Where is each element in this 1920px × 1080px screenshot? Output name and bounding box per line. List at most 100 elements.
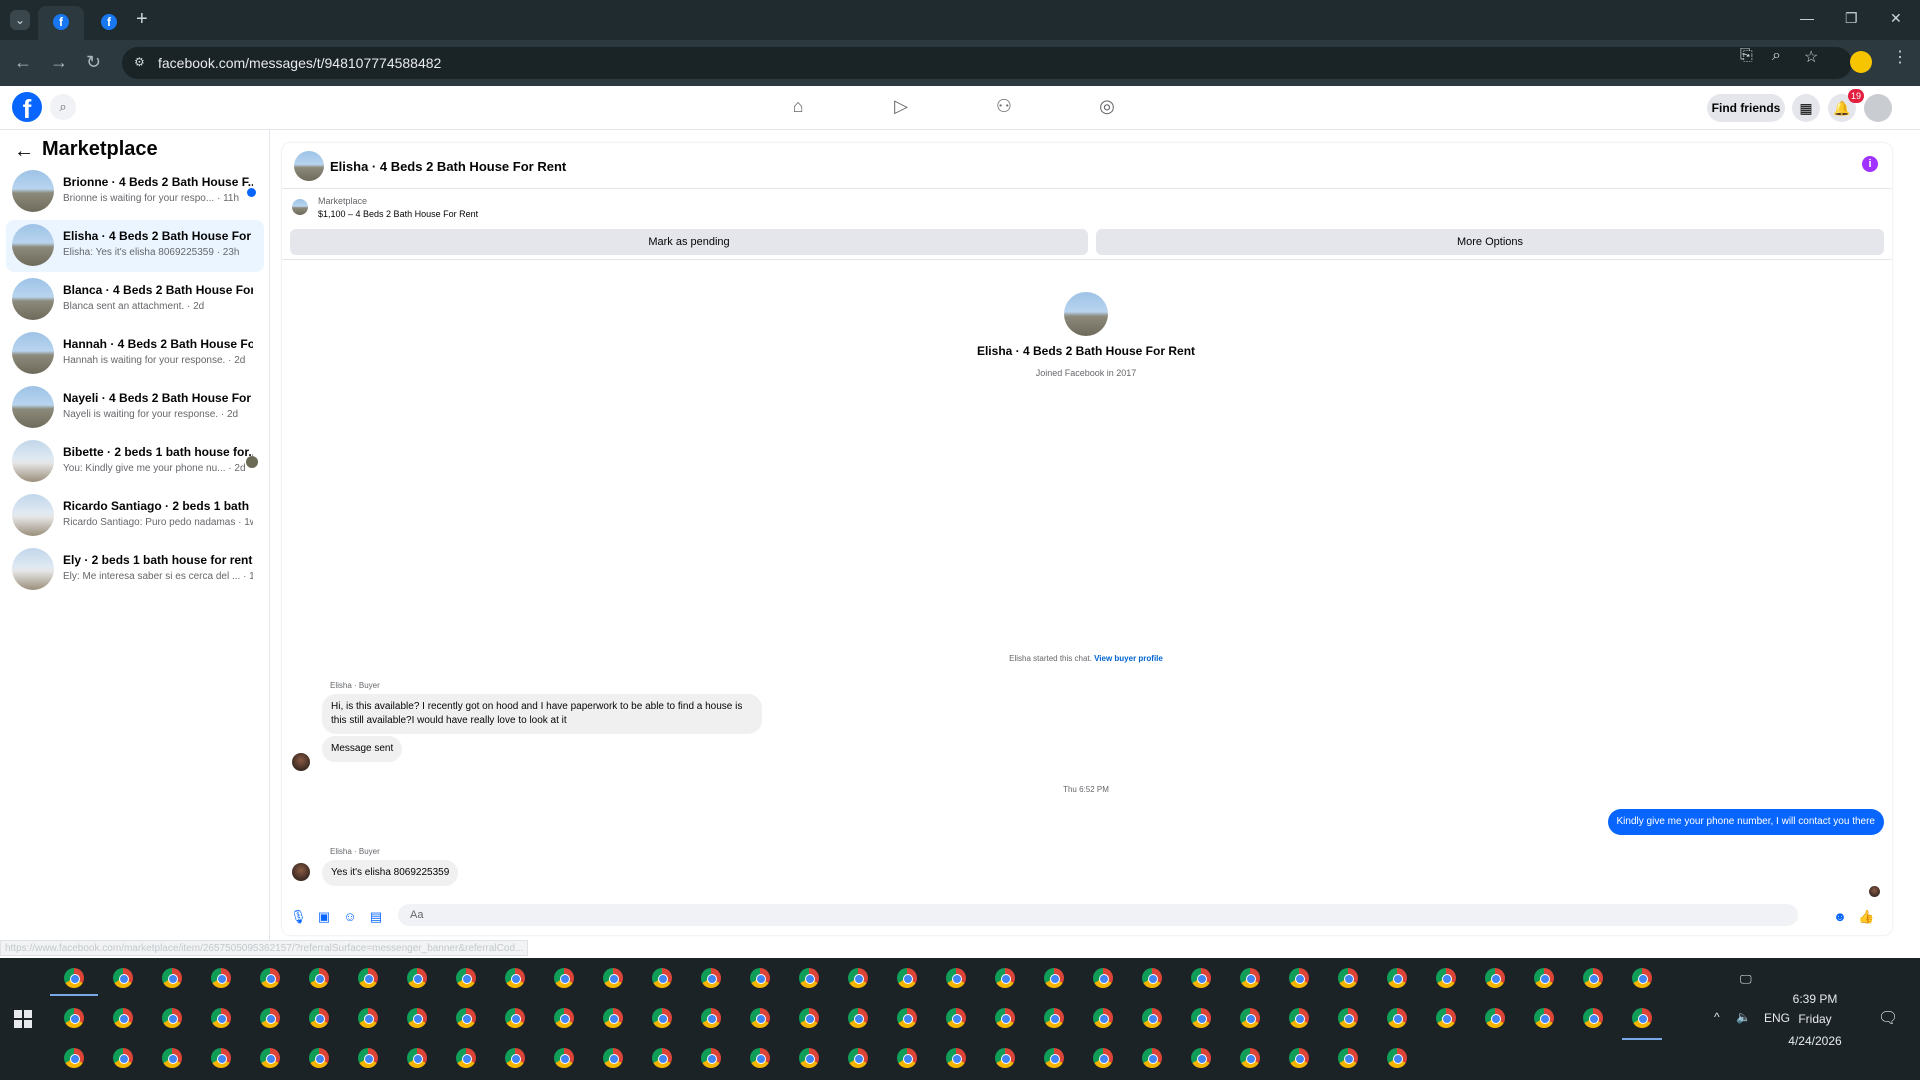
taskbar-app-icon[interactable] (407, 968, 427, 988)
taskbar-app-icon[interactable] (799, 1008, 819, 1028)
taskbar-app-icon[interactable] (1142, 968, 1162, 988)
taskbar-app-icon[interactable] (799, 968, 819, 988)
taskbar-app-icon[interactable] (946, 1048, 966, 1068)
taskbar-app-icon[interactable] (995, 1008, 1015, 1028)
taskbar-app-icon[interactable] (309, 968, 329, 988)
tray-display-icon[interactable]: 🖵 (1740, 972, 1752, 987)
taskbar-app-icon[interactable] (995, 968, 1015, 988)
taskbar-app-icon[interactable] (358, 968, 378, 988)
reload-icon[interactable]: ↻ (86, 52, 101, 73)
taskbar-app-icon[interactable] (407, 1008, 427, 1028)
taskbar-app-icon[interactable] (1583, 968, 1603, 988)
taskbar-app-icon[interactable] (1387, 1008, 1407, 1028)
video-icon[interactable]: ▷ (889, 96, 913, 120)
home-icon[interactable]: ⌂ (786, 96, 810, 120)
taskbar-app-icon[interactable] (848, 1008, 868, 1028)
taskbar-app-icon[interactable] (1142, 1048, 1162, 1068)
taskbar-app-icon[interactable] (456, 968, 476, 988)
taskbar-app-icon[interactable] (113, 968, 133, 988)
taskbar-app-icon[interactable] (1142, 1008, 1162, 1028)
taskbar-app-icon[interactable] (554, 1008, 574, 1028)
taskbar-app-icon[interactable] (162, 968, 182, 988)
taskbar-app-icon[interactable] (1240, 1008, 1260, 1028)
taskbar-app-icon[interactable] (946, 1008, 966, 1028)
taskbar-app-icon[interactable] (1338, 1008, 1358, 1028)
taskbar-app-icon[interactable] (995, 1048, 1015, 1068)
view-buyer-profile-link[interactable]: View buyer profile (1094, 654, 1163, 663)
taskbar-app-icon[interactable] (260, 1008, 280, 1028)
info-icon[interactable]: i (1862, 156, 1878, 172)
conversation-item[interactable]: Blanca · 4 Beds 2 Bath House For R... Bl… (6, 274, 264, 326)
new-tab-button[interactable]: + (136, 8, 148, 31)
taskbar-app-icon[interactable] (1289, 1008, 1309, 1028)
sticker-icon[interactable]: ☺ (342, 909, 358, 925)
browser-profile-avatar[interactable] (1850, 51, 1872, 73)
taskbar-app-icon[interactable] (358, 1008, 378, 1028)
taskbar-app-icon[interactable] (456, 1008, 476, 1028)
more-options-button[interactable]: More Options (1096, 229, 1884, 255)
taskbar-app-icon[interactable] (1485, 968, 1505, 988)
taskbar-app-icon[interactable] (1583, 1008, 1603, 1028)
taskbar-app-icon[interactable] (64, 968, 84, 988)
taskbar-app-icon[interactable] (750, 968, 770, 988)
clock-time[interactable]: 6:39 PM (1780, 992, 1850, 1006)
taskbar-app-icon[interactable] (1338, 1048, 1358, 1068)
taskbar-app-icon[interactable] (603, 968, 623, 988)
taskbar-app-icon[interactable] (358, 1048, 378, 1068)
emoji-icon[interactable]: ☻ (1832, 909, 1848, 925)
taskbar-app-icon[interactable] (897, 968, 917, 988)
taskbar-app-icon[interactable] (1387, 1048, 1407, 1068)
taskbar-app-icon[interactable] (701, 1048, 721, 1068)
volume-icon[interactable]: 🔈 (1736, 1010, 1751, 1024)
taskbar-app-icon[interactable] (652, 1048, 672, 1068)
taskbar-app-icon[interactable] (1191, 968, 1211, 988)
close-window-button[interactable]: ✕ (1890, 10, 1902, 27)
taskbar-app-icon[interactable] (848, 968, 868, 988)
find-friends-button[interactable]: Find friends (1707, 94, 1785, 122)
search-icon[interactable]: ⌕ (50, 94, 76, 120)
taskbar-app-icon[interactable] (1632, 968, 1652, 988)
restore-button[interactable]: ❐ (1845, 10, 1858, 27)
taskbar-app-icon[interactable] (799, 1048, 819, 1068)
clock-date[interactable]: 4/24/2026 (1780, 1034, 1850, 1048)
notification-center-icon[interactable]: 🗨 (1878, 1008, 1898, 1028)
taskbar-app-icon[interactable] (1093, 1008, 1113, 1028)
back-arrow-icon[interactable]: ← (14, 52, 32, 73)
taskbar-app-icon[interactable] (162, 1048, 182, 1068)
taskbar-app-icon[interactable] (1485, 1008, 1505, 1028)
taskbar-app-icon[interactable] (456, 1048, 476, 1068)
taskbar-app-icon[interactable] (1338, 968, 1358, 988)
tray-chevron-icon[interactable]: ^ (1714, 1010, 1720, 1024)
gif-icon[interactable]: ▤ (368, 909, 384, 925)
taskbar-app-icon[interactable] (1191, 1008, 1211, 1028)
taskbar-app-icon[interactable] (1436, 968, 1456, 988)
conversation-item[interactable]: Bibette · 2 beds 1 bath house for... You… (6, 436, 264, 488)
taskbar-app-icon[interactable] (1240, 1048, 1260, 1068)
conversation-item[interactable]: Ely · 2 beds 1 bath house for rent Ely: … (6, 544, 264, 596)
taskbar-app-icon[interactable] (1044, 968, 1064, 988)
taskbar-app-icon[interactable] (1534, 1008, 1554, 1028)
taskbar-app-icon[interactable] (603, 1008, 623, 1028)
taskbar-app-icon[interactable] (1534, 968, 1554, 988)
taskbar-app-icon[interactable] (211, 1008, 231, 1028)
profile-avatar[interactable] (1064, 292, 1108, 336)
taskbar-app-icon[interactable] (1436, 1008, 1456, 1028)
address-bar[interactable]: ⚙ facebook.com/messages/t/94810777458848… (122, 47, 1852, 79)
chat-avatar[interactable] (294, 151, 324, 181)
taskbar-app-icon[interactable] (1289, 1048, 1309, 1068)
conversation-item-selected[interactable]: Elisha · 4 Beds 2 Bath House For R... El… (6, 220, 264, 272)
browser-menu-icon[interactable]: ⋮ (1892, 47, 1908, 67)
taskbar-app-icon[interactable] (750, 1048, 770, 1068)
conversation-item[interactable]: Hannah · 4 Beds 2 Bath House For ... Han… (6, 328, 264, 380)
taskbar-app-icon[interactable] (1632, 1008, 1652, 1028)
zoom-icon[interactable]: ⌕ (1772, 47, 1781, 65)
browser-tab-facebook[interactable]: f (86, 6, 132, 40)
taskbar-app-icon[interactable] (897, 1008, 917, 1028)
taskbar-app-icon[interactable] (64, 1048, 84, 1068)
taskbar-app-icon[interactable] (1240, 968, 1260, 988)
taskbar-app-icon[interactable] (1387, 968, 1407, 988)
taskbar-app-icon[interactable] (113, 1048, 133, 1068)
taskbar-app-icon[interactable] (1191, 1048, 1211, 1068)
forward-arrow-icon[interactable]: → (50, 52, 68, 73)
sender-avatar[interactable] (292, 753, 310, 771)
